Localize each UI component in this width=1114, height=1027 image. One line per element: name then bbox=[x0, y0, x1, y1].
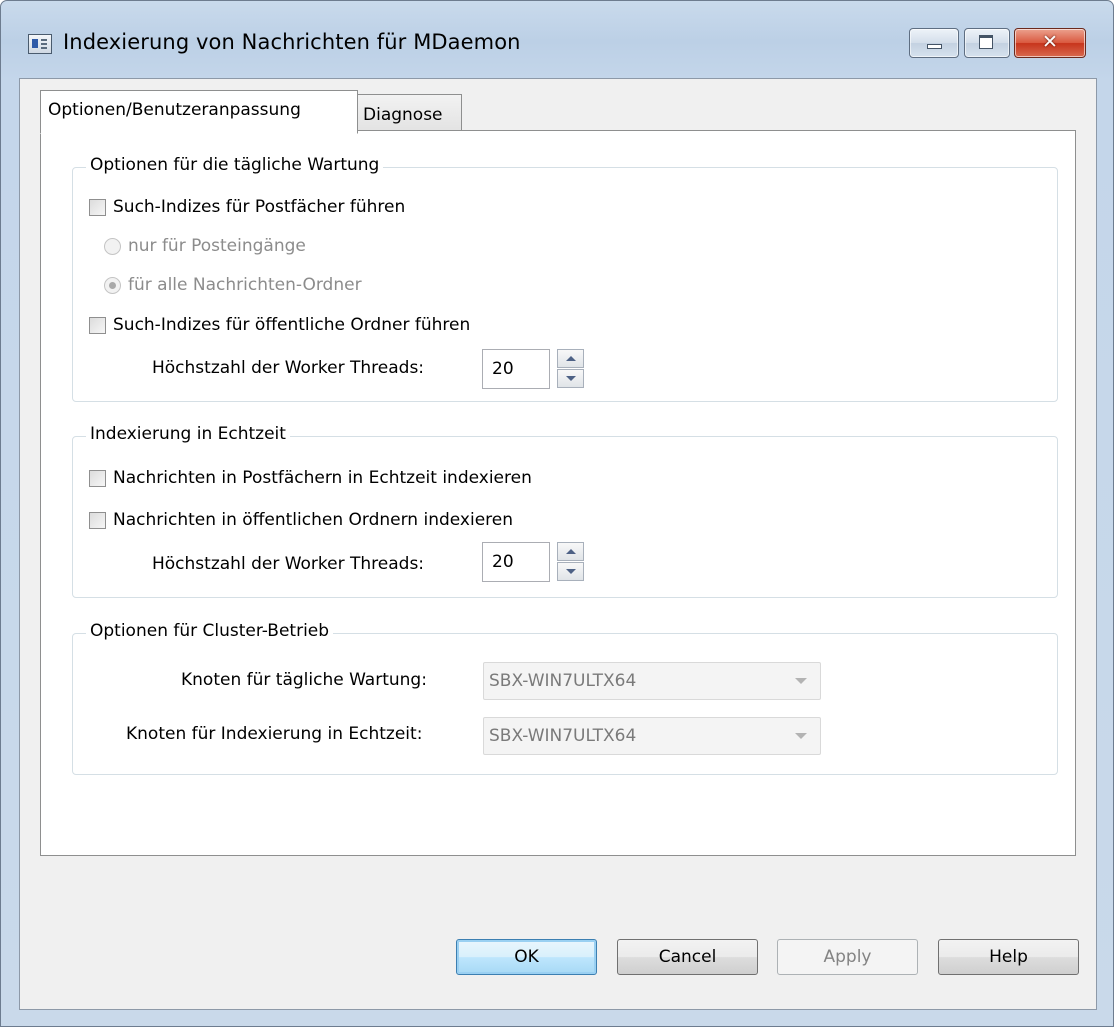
public-index-label: Such-Indizes für öffentliche Ordner führ… bbox=[113, 315, 471, 335]
radio-all-folders-label: für alle Nachrichten-Ordner bbox=[128, 275, 362, 295]
realtime-threads-down-icon[interactable] bbox=[557, 562, 584, 581]
cancel-button[interactable]: Cancel bbox=[617, 939, 758, 975]
maximize-icon bbox=[979, 35, 993, 49]
tab-panel-options: Optionen für die tägliche Wartung Such-I… bbox=[40, 130, 1076, 856]
radio-inbox-only-label: nur für Posteingänge bbox=[128, 236, 306, 256]
realtime-max-threads-label: Höchstzahl der Worker Threads: bbox=[152, 554, 425, 574]
daily-node-label: Knoten für tägliche Wartung: bbox=[181, 670, 427, 690]
group-realtime: Indexierung in Echtzeit Nachrichten in P… bbox=[72, 424, 1058, 598]
realtime-node-label: Knoten für Indexierung in Echtzeit: bbox=[126, 724, 423, 744]
apply-button[interactable]: Apply bbox=[777, 939, 918, 975]
maximize-button[interactable] bbox=[964, 28, 1010, 58]
close-icon: ✕ bbox=[1042, 31, 1058, 53]
radio-all-folders[interactable] bbox=[104, 277, 121, 294]
chevron-down-icon bbox=[795, 678, 807, 684]
minimize-button[interactable] bbox=[909, 28, 959, 58]
daily-threads-up-icon[interactable] bbox=[557, 349, 584, 368]
minimize-icon bbox=[927, 44, 942, 49]
group-cluster: Optionen für Cluster-Betrieb Knoten für … bbox=[72, 621, 1058, 775]
radio-selected-dot bbox=[109, 282, 116, 289]
help-button[interactable]: Help bbox=[938, 939, 1079, 975]
daily-max-threads-label: Höchstzahl der Worker Threads: bbox=[152, 358, 425, 378]
radio-inbox-only[interactable] bbox=[104, 238, 121, 255]
group-cluster-legend: Optionen für Cluster-Betrieb bbox=[86, 621, 334, 641]
title-bar[interactable]: Indexierung von Nachrichten für MDaemon … bbox=[1, 1, 1113, 79]
realtime-node-select[interactable]: SBX-WIN7ULTX64 bbox=[483, 717, 821, 755]
tab-diagnose[interactable]: Diagnose bbox=[357, 94, 462, 131]
daily-max-threads-input[interactable]: 20 bbox=[482, 349, 550, 389]
ok-button[interactable]: OK bbox=[456, 939, 597, 975]
mailbox-index-checkbox[interactable] bbox=[89, 199, 106, 216]
window-title: Indexierung von Nachrichten für MDaemon bbox=[63, 30, 521, 54]
public-realtime-checkbox[interactable] bbox=[89, 512, 106, 529]
public-realtime-label: Nachrichten in öffentlichen Ordnern inde… bbox=[113, 510, 514, 530]
daily-node-select[interactable]: SBX-WIN7ULTX64 bbox=[483, 662, 821, 700]
realtime-node-value: SBX-WIN7ULTX64 bbox=[489, 726, 637, 746]
tab-options[interactable]: Optionen/Benutzeranpassung bbox=[40, 90, 358, 134]
chevron-down-icon bbox=[795, 733, 807, 739]
realtime-threads-up-icon[interactable] bbox=[557, 542, 584, 561]
group-realtime-legend: Indexierung in Echtzeit bbox=[86, 424, 290, 444]
close-button[interactable]: ✕ bbox=[1014, 28, 1086, 58]
group-daily-maintenance: Optionen für die tägliche Wartung Such-I… bbox=[72, 155, 1058, 402]
daily-threads-down-icon[interactable] bbox=[557, 369, 584, 388]
mailbox-realtime-label: Nachrichten in Postfächern in Echtzeit i… bbox=[113, 468, 532, 488]
group-daily-maintenance-legend: Optionen für die tägliche Wartung bbox=[86, 155, 384, 175]
mailbox-realtime-checkbox[interactable] bbox=[89, 470, 106, 487]
mailbox-index-label: Such-Indizes für Postfächer führen bbox=[113, 197, 406, 217]
public-index-checkbox[interactable] bbox=[89, 317, 106, 334]
realtime-max-threads-input[interactable]: 20 bbox=[482, 542, 550, 582]
dialog-client-area: Optionen/Benutzeranpassung Diagnose Opti… bbox=[19, 78, 1097, 1010]
dialog-window: Indexierung von Nachrichten für MDaemon … bbox=[0, 0, 1114, 1027]
daily-node-value: SBX-WIN7ULTX64 bbox=[489, 671, 637, 691]
app-icon bbox=[28, 34, 52, 54]
